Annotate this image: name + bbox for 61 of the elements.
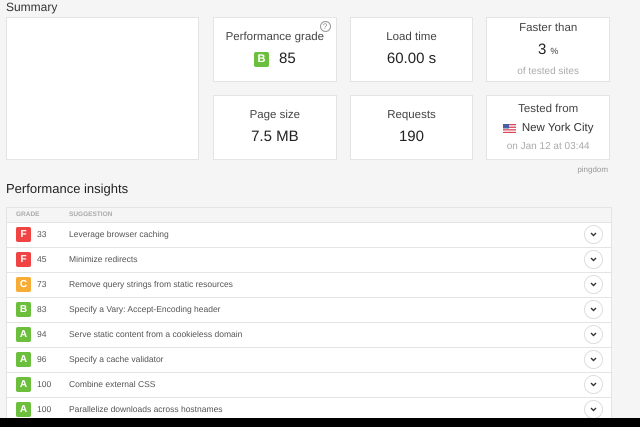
test-date: on Jan 12 at 03:44 — [506, 140, 590, 154]
grade-badge: C — [16, 277, 31, 292]
stat-label: Page size — [250, 108, 300, 123]
suggestion-text: Serve static content from a cookieless domain — [69, 328, 244, 341]
suggestion-text: Leverage browser caching — [69, 228, 170, 241]
grade-badge: A — [16, 352, 31, 367]
expand-button[interactable] — [584, 325, 603, 344]
score-text: 83 — [37, 303, 46, 316]
brand-text: pingdom — [577, 164, 608, 176]
stat-value: 60.00 s — [386, 48, 436, 69]
score-text: 100 — [37, 378, 52, 391]
expand-button[interactable] — [584, 225, 603, 244]
grade-badge: F — [16, 227, 31, 242]
suggestion-text: Parallelize downloads across hostnames — [69, 403, 224, 416]
chevron-icon — [590, 232, 597, 237]
grade-badge: A — [16, 402, 31, 417]
stat-value: 85 — [278, 48, 296, 69]
suggestion-text: Remove query strings from static resources — [69, 278, 234, 291]
stat-label: Load time — [386, 30, 437, 45]
chevron-icon — [590, 357, 597, 362]
stat-label: Tested from — [518, 102, 578, 117]
grade-badge: A — [16, 327, 31, 342]
suggestion-text: Combine external CSS — [69, 378, 156, 391]
expand-button[interactable] — [584, 400, 603, 418]
flag-icon — [502, 124, 516, 134]
stat-label: Faster than — [519, 21, 578, 36]
score-text: 33 — [37, 228, 46, 241]
grade-badge: B — [16, 302, 31, 317]
expand-button[interactable] — [584, 275, 603, 294]
stat-value: 190 — [398, 126, 424, 147]
chevron-icon — [590, 307, 597, 312]
help-icon[interactable]: ? — [320, 21, 331, 32]
grade-badge: F — [16, 252, 31, 267]
section-title: Performance insights — [6, 180, 130, 198]
unit-label: % — [550, 45, 558, 58]
chevron-icon — [590, 382, 597, 387]
suggestion-text: Specify a cache validator — [69, 353, 164, 366]
grade-badge: A — [16, 377, 31, 392]
chevron-icon — [590, 407, 597, 412]
stat-value: 3 — [538, 40, 546, 60]
grade-badge: B — [254, 52, 269, 67]
expand-button[interactable] — [584, 350, 603, 369]
stat-note: of tested sites — [517, 64, 579, 79]
location-text: New York City — [522, 121, 594, 136]
expand-button[interactable] — [584, 250, 603, 269]
stat-label: Requests — [387, 108, 436, 123]
stat-value: 7.5 MB — [251, 126, 299, 147]
score-text: 45 — [37, 253, 46, 266]
chevron-icon — [590, 257, 597, 262]
stat-label: Performance grade — [226, 30, 324, 45]
suggestion-text: Specify a Vary: Accept-Encoding header — [69, 303, 222, 316]
expand-button[interactable] — [584, 300, 603, 319]
expand-button[interactable] — [584, 375, 603, 394]
score-text: 100 — [37, 403, 52, 416]
section-title: Summary — [6, 0, 58, 14]
score-text: 73 — [37, 278, 46, 291]
chevron-icon — [590, 282, 597, 287]
chevron-icon — [590, 332, 597, 337]
score-text: 96 — [37, 353, 46, 366]
score-text: 94 — [37, 328, 46, 341]
suggestion-text: Minimize redirects — [69, 253, 138, 266]
